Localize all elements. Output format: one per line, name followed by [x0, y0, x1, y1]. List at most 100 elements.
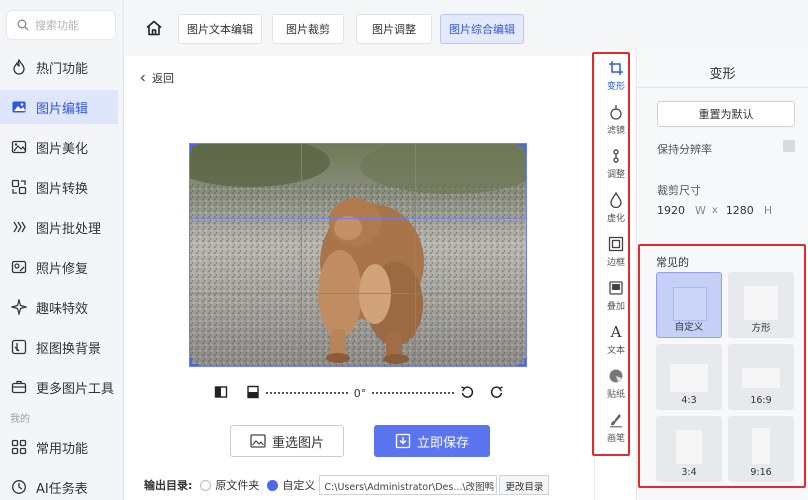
keep-resolution-checkbox[interactable] [783, 140, 795, 152]
reset-default-button[interactable]: 重置为默认 [657, 101, 795, 127]
tool-frame[interactable]: 边框 [595, 230, 637, 274]
crop-grid-line [301, 144, 302, 366]
times-sign: x [711, 205, 718, 216]
chevron-left-icon [140, 74, 145, 82]
tool-label: 边框 [606, 258, 625, 268]
preset-label: 方形 [751, 323, 771, 334]
rotation-slider-left[interactable] [266, 392, 348, 394]
crop-handle-bottom-right[interactable] [518, 358, 526, 366]
preset-4-3[interactable]: 4:3 [656, 344, 722, 410]
crop-grid-line [415, 144, 416, 366]
save-now-button[interactable]: 立即保存 [374, 425, 490, 457]
rotate-right-icon [490, 385, 503, 398]
back-button[interactable]: 返回 [138, 70, 174, 86]
tool-filter[interactable]: 滤镜 [595, 98, 637, 142]
crop-handle-top-right[interactable] [518, 144, 526, 152]
radio-original-folder[interactable] [200, 479, 212, 491]
flame-icon [10, 58, 28, 76]
width-unit: W [695, 204, 706, 217]
preset-label: 自定义 [674, 322, 704, 333]
preset-square[interactable]: 方形 [728, 272, 794, 338]
tool-label: 虚化 [606, 214, 625, 224]
reselect-image-button[interactable]: 重选图片 [230, 425, 344, 457]
sidebar-item-image-edit[interactable]: 图片编辑 [0, 90, 118, 124]
sidebar-item-label: 常用功能 [36, 441, 89, 457]
photo-monkey [190, 144, 526, 366]
preset-16-9[interactable]: 16:9 [728, 344, 794, 410]
sidebar-item-label: 趣味特效 [36, 301, 89, 317]
tool-sticker[interactable]: 贴纸 [595, 362, 637, 406]
tool-label: 调整 [606, 170, 625, 180]
sidebar-item-common[interactable]: 常用功能 [0, 430, 118, 464]
rotate-left-icon [461, 385, 474, 398]
sidebar-item-effects[interactable]: 趣味特效 [0, 290, 118, 324]
save-label: 立即保存 [416, 435, 469, 451]
crop-handle-top-left[interactable] [190, 144, 198, 152]
tool-blur[interactable]: 虚化 [595, 186, 637, 230]
preset-shape [742, 368, 780, 388]
home-button[interactable] [142, 16, 166, 40]
cutout-icon [10, 338, 28, 356]
sidebar-item-hot[interactable]: 热门功能 [0, 50, 118, 84]
flip-horizontal-button[interactable] [214, 385, 228, 402]
top-tabs-bar: 图片文本编辑 图片裁剪 图片调整 图片综合编辑 [124, 0, 594, 56]
tool-label: 画笔 [606, 434, 625, 444]
search-input[interactable]: 搜索功能 [6, 10, 116, 40]
sidebar-item-repair[interactable]: 照片修复 [0, 250, 118, 284]
tool-transform[interactable]: 变形 [595, 54, 637, 98]
sidebar-item-beautify[interactable]: 图片美化 [0, 130, 118, 164]
sidebar-item-label: AI任务表 [36, 481, 88, 497]
tool-overlay[interactable]: 叠加 [595, 274, 637, 318]
grid-icon [10, 438, 28, 456]
sidebar-item-label: 图片转换 [36, 181, 89, 197]
toolbox-icon [10, 378, 28, 396]
width-field[interactable]: 1920 [657, 204, 685, 217]
keep-resolution-label: 保持分辨率 [657, 143, 712, 156]
tab-combined-edit[interactable]: 图片综合编辑 [440, 14, 524, 44]
height-field[interactable]: 1280 [726, 204, 754, 217]
rotation-slider-right[interactable] [372, 392, 454, 394]
editor-canvas-area: 返回 0° 重选图片 立即保存 输出目录: 原文件夹 自定义 C:\Users\… [124, 56, 594, 500]
radio-custom-label: 自定义 [282, 479, 316, 492]
output-label: 输出目录: [144, 479, 193, 492]
panel-divider [637, 87, 808, 88]
preset-3-4[interactable]: 3:4 [656, 416, 722, 482]
frame-icon [608, 236, 624, 252]
radio-original-label: 原文件夹 [215, 479, 260, 492]
tool-adjust[interactable]: 调整 [595, 142, 637, 186]
tool-text[interactable]: A 文本 [595, 318, 637, 362]
sparkle-icon [10, 298, 28, 316]
sidebar-item-ai-tasks[interactable]: AI任务表 [0, 470, 118, 500]
tool-brush[interactable]: 画笔 [595, 406, 637, 450]
preset-9-16[interactable]: 9:16 [728, 416, 794, 482]
preset-custom[interactable]: 自定义 [656, 272, 722, 338]
sidebar: 搜索功能 热门功能 图片编辑 图片美化 图片转换 图片批处理 照片修复 趣味特效… [0, 0, 124, 500]
rotate-right-button[interactable] [490, 385, 504, 402]
sidebar-item-more-tools[interactable]: 更多图片工具 [0, 370, 118, 404]
output-path-field[interactable]: C:\Users\Administrator\Des...\改图鸭 [319, 475, 498, 495]
flip-vertical-button[interactable] [246, 385, 260, 402]
edited-photo[interactable] [189, 143, 527, 367]
preset-label: 4:3 [681, 395, 697, 406]
panel-title: 变形 [709, 67, 736, 82]
sidebar-item-cutout[interactable]: 抠图换背景 [0, 330, 118, 364]
sidebar-item-convert[interactable]: 图片转换 [0, 170, 118, 204]
rotate-left-button[interactable] [460, 385, 474, 402]
tab-adjust[interactable]: 图片调整 [356, 14, 432, 44]
flip-vertical-icon [247, 385, 259, 398]
sidebar-item-label: 图片美化 [36, 141, 89, 157]
change-directory-button[interactable]: 更改目录 [499, 475, 550, 495]
clock-icon [10, 478, 28, 496]
crop-icon [608, 60, 624, 76]
home-icon [146, 20, 162, 36]
tab-text-edit[interactable]: 图片文本编辑 [178, 14, 262, 44]
brush-icon [608, 412, 624, 428]
preset-shape [673, 287, 707, 321]
sidebar-item-batch[interactable]: 图片批处理 [0, 210, 118, 244]
preset-label: 9:16 [750, 467, 772, 478]
preset-shape [676, 430, 702, 464]
radio-custom-folder[interactable] [267, 479, 279, 491]
crop-size-fields: 1920 W x 1280 H [657, 204, 797, 217]
tab-crop[interactable]: 图片裁剪 [272, 14, 344, 44]
crop-handle-bottom-left[interactable] [190, 358, 198, 366]
